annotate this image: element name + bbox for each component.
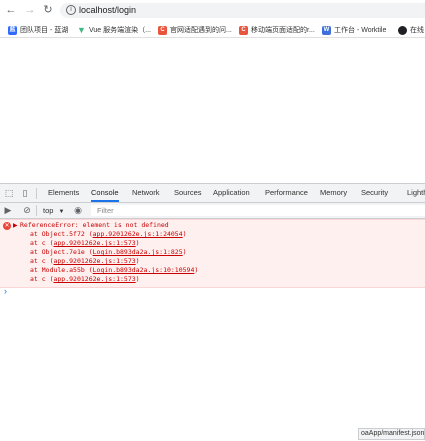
bookmarks-bar: 蓝 团队项目 - 蓝湖 ▼ Vue 服务端渲染（... C 官网适配遇到的问..… bbox=[0, 21, 425, 38]
stack-frame: at c (app.9201262e.js:1:573) bbox=[30, 275, 140, 283]
console-filter-input[interactable]: Filter bbox=[91, 205, 425, 216]
worktile-icon: W bbox=[322, 25, 331, 35]
bookmark-label: Vue 服务端渲染（... bbox=[89, 27, 151, 34]
reload-icon[interactable]: ↻ bbox=[42, 4, 54, 16]
devtools-tabs: ⬚ ▯ Elements Console Network Sources App… bbox=[0, 184, 425, 203]
bookmark-label: 团队项目 - 蓝湖 bbox=[20, 27, 69, 34]
console-toolbar: ▶ ⊘ top ▼ ◉ Filter bbox=[0, 203, 425, 219]
dropdown-arrow-icon: ▼ bbox=[58, 209, 65, 215]
live-expression-eye-icon[interactable]: ◉ bbox=[73, 205, 83, 215]
tab-sources[interactable]: Sources bbox=[174, 184, 202, 202]
csdn-icon: C bbox=[158, 25, 167, 35]
divider bbox=[36, 188, 37, 199]
bookmark-label: 在线 bbox=[410, 27, 424, 34]
device-toolbar-icon[interactable]: ▯ bbox=[20, 188, 30, 198]
vue-icon: ▼ bbox=[77, 24, 86, 35]
source-link[interactable]: Login.b893da2a.js:1:825 bbox=[93, 248, 183, 256]
address-bar: ← → ↻ i localhost/login bbox=[0, 0, 425, 20]
context-selector[interactable]: top ▼ bbox=[43, 205, 64, 216]
globe-icon bbox=[398, 25, 407, 35]
frame-suffix: ) bbox=[194, 266, 199, 274]
tab-lighthouse[interactable]: Lighth bbox=[407, 184, 425, 202]
stack-frame: at c (app.9201262e.js:1:573) bbox=[30, 257, 140, 265]
lanhu-icon: 蓝 bbox=[8, 25, 17, 35]
bookmark-vue[interactable]: ▼ Vue 服务端渲染（... bbox=[77, 24, 151, 36]
expand-triangle-icon[interactable]: ▶ bbox=[13, 222, 18, 231]
tab-performance[interactable]: Performance bbox=[265, 184, 308, 202]
tab-security[interactable]: Security bbox=[361, 184, 388, 202]
source-link[interactable]: app.9201262e.js:1:573 bbox=[53, 239, 135, 247]
tab-console[interactable]: Console bbox=[91, 184, 119, 202]
filter-placeholder: Filter bbox=[97, 206, 114, 215]
frame-suffix: ) bbox=[135, 257, 140, 265]
bookmark-label: 工作台 - Worktile bbox=[334, 27, 387, 34]
context-label: top bbox=[43, 206, 54, 215]
forward-icon[interactable]: → bbox=[24, 4, 36, 16]
bookmark-label: 官网适配遇到的问... bbox=[170, 27, 232, 34]
devtools-panel: ⬚ ▯ Elements Console Network Sources App… bbox=[0, 183, 425, 441]
divider bbox=[36, 205, 37, 216]
tab-network[interactable]: Network bbox=[132, 184, 160, 202]
frame-prefix: at c ( bbox=[30, 257, 54, 265]
frame-prefix: at c ( bbox=[30, 239, 54, 247]
stack-frame: at Module.a55b (Login.b893da2a.js:10:105… bbox=[30, 266, 198, 274]
tab-elements[interactable]: Elements bbox=[48, 184, 79, 202]
frame-suffix: ) bbox=[182, 230, 187, 238]
bookmark-label: 移动端页面适配的r... bbox=[251, 27, 315, 34]
error-icon: ✕ bbox=[3, 222, 11, 230]
source-link[interactable]: app.9201262e.js:1:573 bbox=[53, 275, 135, 283]
status-bar: oaApp/manifest.json bbox=[358, 428, 425, 440]
site-info-icon[interactable]: i bbox=[66, 5, 76, 15]
bookmark-worktile[interactable]: W 工作台 - Worktile bbox=[322, 24, 386, 36]
error-text: ReferenceError: element is not defined bbox=[20, 221, 169, 229]
source-link[interactable]: app.9201262e.js:1:24054 bbox=[93, 230, 183, 238]
csdn-icon: C bbox=[239, 25, 248, 35]
stack-frame: at c (app.9201262e.js:1:573) bbox=[30, 239, 140, 247]
stack-frame: at Object.7e1e (Login.b893da2a.js:1:825) bbox=[30, 248, 187, 256]
source-link[interactable]: app.9201262e.js:1:573 bbox=[53, 257, 135, 265]
console-prompt[interactable]: › bbox=[4, 286, 7, 296]
url-text[interactable]: localhost/login bbox=[79, 5, 136, 15]
bookmark-lanhu[interactable]: 蓝 团队项目 - 蓝湖 bbox=[8, 24, 68, 36]
frame-suffix: ) bbox=[135, 275, 140, 283]
frame-suffix: ) bbox=[182, 248, 187, 256]
bookmark-csdn-2[interactable]: C 移动端页面适配的r... bbox=[239, 24, 315, 36]
clear-console-icon[interactable]: ⊘ bbox=[22, 205, 32, 215]
frame-prefix: at c ( bbox=[30, 275, 54, 283]
stack-frame: at Object.5f72 (app.9201262e.js:1:24054) bbox=[30, 230, 187, 238]
frame-prefix: at Object.7e1e ( bbox=[30, 248, 93, 256]
frame-prefix: at Module.a55b ( bbox=[30, 266, 93, 274]
inspect-element-icon[interactable]: ⬚ bbox=[4, 188, 14, 198]
bookmark-online[interactable]: 在线 bbox=[398, 24, 424, 36]
sidebar-toggle-icon[interactable]: ▶ bbox=[3, 205, 13, 215]
tab-application[interactable]: Application bbox=[213, 184, 250, 202]
frame-prefix: at Object.5f72 ( bbox=[30, 230, 93, 238]
frame-suffix: ) bbox=[135, 239, 140, 247]
source-link[interactable]: Login.b893da2a.js:10:10594 bbox=[93, 266, 195, 274]
bookmark-csdn-1[interactable]: C 官网适配遇到的问... bbox=[158, 24, 232, 36]
back-icon[interactable]: ← bbox=[5, 4, 17, 16]
console-error-message: ✕ ▶ ReferenceError: element is not defin… bbox=[0, 219, 425, 288]
tab-memory[interactable]: Memory bbox=[320, 184, 347, 202]
